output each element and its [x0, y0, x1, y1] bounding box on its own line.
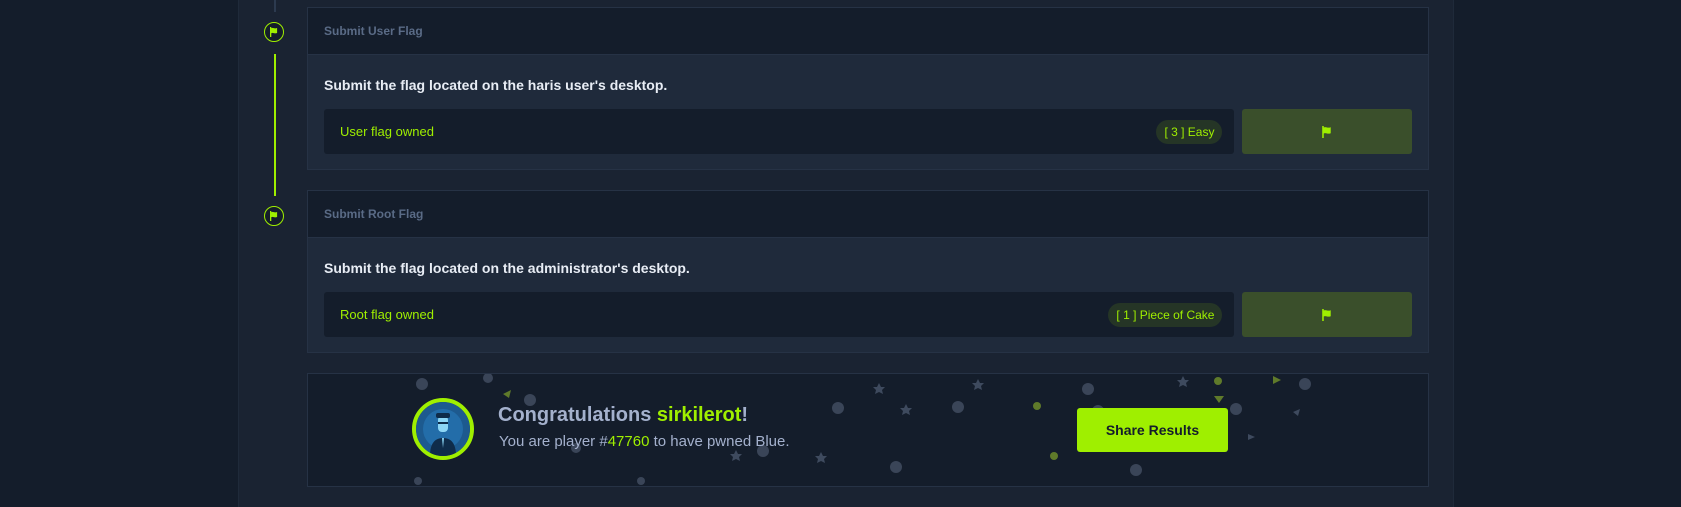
- congrats-subtitle: You are player #47760 to have pwned Blue…: [499, 433, 790, 450]
- sub-suffix: to have pwned Blue.: [649, 433, 790, 450]
- share-results-button[interactable]: Share Results: [1077, 408, 1228, 452]
- timeline-flag-user: [264, 22, 284, 42]
- left-sidebar: [0, 0, 239, 507]
- player-number: 47760: [607, 433, 650, 450]
- difficulty-badge: [ 1 ] Piece of Cake: [1108, 302, 1223, 327]
- congratulations-banner: Congratulations sirkilerot! You are play…: [307, 373, 1429, 487]
- difficulty-badge: [ 3 ] Easy: [1156, 119, 1223, 144]
- task-header: Submit Root Flag: [308, 191, 1428, 238]
- congrats-title: Congratulations sirkilerot!: [498, 404, 748, 427]
- submit-flag-button[interactable]: [1242, 292, 1412, 337]
- timeline-line: [274, 54, 276, 196]
- flag-icon: [270, 27, 278, 37]
- flag-icon: [270, 211, 278, 221]
- confetti-decoration: [414, 374, 1311, 485]
- flag-icon: [1322, 125, 1331, 138]
- submit-flag-button[interactable]: [1242, 109, 1412, 154]
- flag-answer-status: Root flag owned: [340, 307, 434, 322]
- agent-avatar-icon: [416, 402, 470, 456]
- timeline-line-top: [274, 0, 276, 12]
- flag-answer-status: User flag owned: [340, 124, 434, 139]
- flag-answer-field[interactable]: User flag owned [ 3 ] Easy: [324, 109, 1235, 154]
- task-description: Submit the flag located on the haris use…: [324, 77, 668, 93]
- timeline-flag-root: [264, 206, 284, 226]
- task-header: Submit User Flag: [308, 8, 1428, 55]
- flag-answer-field[interactable]: Root flag owned [ 1 ] Piece of Cake: [324, 292, 1235, 337]
- avatar: [412, 398, 474, 460]
- flag-icon: [1322, 308, 1331, 321]
- task-description: Submit the flag located on the administr…: [324, 260, 690, 276]
- congrats-prefix: Congratulations: [498, 404, 657, 426]
- congrats-suffix: !: [741, 404, 749, 426]
- sub-prefix: You are player #: [499, 433, 608, 450]
- task-user-flag: Submit User Flag Submit the flag located…: [307, 7, 1429, 170]
- task-root-flag: Submit Root Flag Submit the flag located…: [307, 190, 1429, 353]
- congrats-username: sirkilerot: [656, 404, 742, 426]
- right-sidebar: [1453, 0, 1681, 507]
